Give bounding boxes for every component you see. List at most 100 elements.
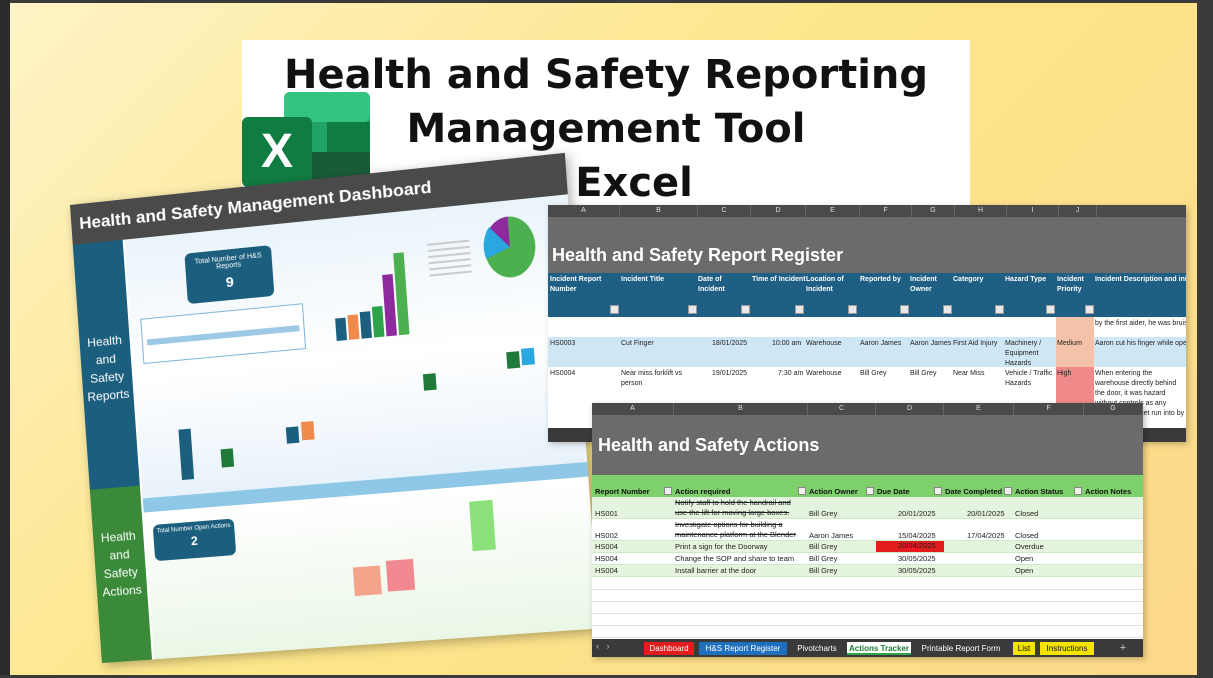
empty-grid <box>592 578 1143 638</box>
chart-bar <box>178 428 195 481</box>
description-cell: Aaron cut his finger while oper <box>1095 340 1186 347</box>
time-cell: 10:00 am <box>772 340 802 347</box>
tab-dashboard[interactable]: Dashboard <box>644 642 694 655</box>
report-number-cell: HS002 <box>595 531 618 540</box>
column-letter[interactable]: E <box>806 205 860 217</box>
tab-printable-report-form[interactable]: Printable Report Form <box>916 642 1006 655</box>
filter-dropdown-icon[interactable] <box>900 305 909 314</box>
filter-dropdown-icon[interactable] <box>1085 305 1094 314</box>
header-hazard: Hazard Type <box>1005 276 1047 283</box>
table-row[interactable]: Investigate options for building a maint… <box>592 519 1143 541</box>
frame-right <box>1197 0 1213 678</box>
owner-cell: Bill Grey <box>910 370 937 377</box>
column-letter[interactable]: B <box>674 403 808 415</box>
filter-dropdown-icon[interactable] <box>995 305 1004 314</box>
filter-dropdown-icon[interactable] <box>798 487 806 495</box>
table-row[interactable]: HS0003 Cut Finger 18/01/2025 10:00 am Wa… <box>548 337 1186 367</box>
owner-cell: Bill Grey <box>809 566 838 575</box>
description-cell: by the first aider, he was bruise <box>1095 320 1186 327</box>
date-cell: 18/01/2025 <box>712 340 748 347</box>
chart-bar <box>335 317 348 342</box>
header-time: Time of Incident <box>752 276 806 283</box>
action-line-1: Install barrier at the door <box>675 566 757 575</box>
column-letter[interactable]: G <box>1084 403 1143 415</box>
filter-dropdown-icon[interactable] <box>866 487 874 495</box>
column-letter[interactable]: B <box>620 205 698 217</box>
column-letter[interactable]: G <box>912 205 955 217</box>
filter-dropdown-icon[interactable] <box>1046 305 1055 314</box>
location-cell: Warehouse <box>806 370 842 377</box>
column-letter[interactable]: C <box>698 205 751 217</box>
tab-actions-tracker[interactable]: Actions Tracker <box>847 642 911 655</box>
title-cell: Near miss forklift vs person <box>621 370 683 387</box>
column-letter[interactable]: D <box>751 205 806 217</box>
header-action-notes: Action Notes <box>1085 487 1132 496</box>
add-sheet-icon[interactable]: + <box>1116 642 1130 655</box>
tab-pivotcharts[interactable]: Pivotcharts <box>790 642 844 655</box>
header-reported-by: Reported by <box>860 276 901 283</box>
report-number-cell: HS0004 <box>550 370 576 377</box>
filter-dropdown-icon[interactable] <box>848 305 857 314</box>
header-report-number: Incident Report Number <box>550 276 602 293</box>
report-number-cell: HS004 <box>595 542 618 551</box>
tab-list[interactable]: List <box>1013 642 1035 655</box>
table-row[interactable]: HS004 Change the SOP and share to team B… <box>592 553 1143 565</box>
chart-bar <box>422 373 437 391</box>
report-number-cell: HS001 <box>595 509 618 518</box>
category-cell: Near Miss <box>953 370 985 377</box>
priority-cell: High <box>1056 367 1094 407</box>
column-letter[interactable]: A <box>592 403 674 415</box>
table-row[interactable]: Notify staff to hold the handrail and us… <box>592 497 1143 519</box>
column-letter[interactable]: E <box>944 403 1014 415</box>
owner-cell: Aaron James <box>809 531 854 540</box>
sheet-nav-arrows-icon[interactable]: ‹ › <box>596 641 610 651</box>
column-letter[interactable]: F <box>860 205 912 217</box>
chart-bar <box>285 426 300 444</box>
title-cell: Cut Finger <box>621 340 654 347</box>
owner-cell: Bill Grey <box>809 542 838 551</box>
filter-dropdown-icon[interactable] <box>688 305 697 314</box>
column-letter[interactable]: C <box>808 403 876 415</box>
column-letter[interactable]: D <box>876 403 944 415</box>
action-line-1: Change the SOP and share to team <box>675 554 795 563</box>
reported-by-cell: Bill Grey <box>860 370 887 377</box>
column-letter[interactable]: J <box>1059 205 1097 217</box>
tab-instructions[interactable]: Instructions <box>1040 642 1094 655</box>
filter-dropdown-icon[interactable] <box>1074 487 1082 495</box>
due-date-cell: 15/04/2025 <box>898 531 936 540</box>
column-header-row: A B C D E F G <box>592 403 1143 415</box>
filter-dropdown-icon[interactable] <box>610 305 619 314</box>
header-category: Category <box>953 276 984 283</box>
header-action-status: Action Status <box>1015 487 1064 496</box>
column-letter[interactable]: I <box>1007 205 1059 217</box>
status-cell: Open <box>1015 566 1034 575</box>
filter-dropdown-icon[interactable] <box>1004 487 1012 495</box>
kpi-total-reports-value: 9 <box>225 273 235 291</box>
column-letter[interactable]: A <box>548 205 620 217</box>
column-letter[interactable]: F <box>1014 403 1084 415</box>
filter-dropdown-icon[interactable] <box>664 487 672 495</box>
filter-dropdown-icon[interactable] <box>934 487 942 495</box>
header-due-date: Due Date <box>877 487 910 496</box>
frame-left <box>0 0 10 678</box>
filter-dropdown-icon[interactable] <box>795 305 804 314</box>
dashboard-side-actions: Health and Safety Actions <box>89 485 153 664</box>
header-location: Location of Incident <box>806 276 844 293</box>
filter-dropdown-icon[interactable] <box>741 305 750 314</box>
report-number-cell: HS0003 <box>550 340 576 347</box>
sheet-tab-bar: ‹ › Dashboard H&S Report Register Pivotc… <box>592 639 1143 657</box>
status-cell: Closed <box>1015 531 1039 540</box>
dashboard-mini-bar <box>146 325 300 346</box>
kpi-total-reports: Total Number of H&S Reports 9 <box>184 245 275 305</box>
chart-bar <box>506 351 521 369</box>
table-row[interactable]: by the first aider, he was bruise <box>548 317 1186 337</box>
chart-bar <box>359 311 372 339</box>
report-number-cell: HS004 <box>595 566 618 575</box>
filter-dropdown-icon[interactable] <box>943 305 952 314</box>
column-letter[interactable]: H <box>955 205 1007 217</box>
due-date-cell: 20/01/2025 <box>898 509 936 518</box>
chart-bar <box>352 565 382 597</box>
tab-report-register[interactable]: H&S Report Register <box>699 642 787 655</box>
table-row[interactable]: HS004 Print a sign for the Doorway Bill … <box>592 541 1143 553</box>
table-row[interactable]: HS004 Install barrier at the door Bill G… <box>592 565 1143 577</box>
